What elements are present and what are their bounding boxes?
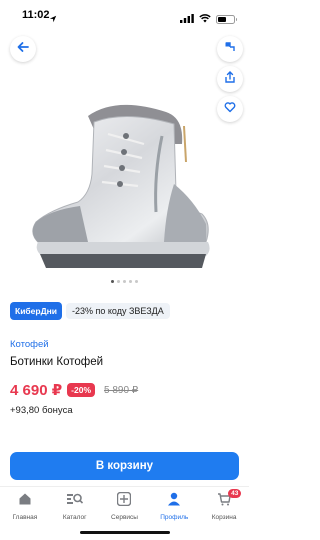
services-icon [117,491,132,511]
old-price: 5 890 ₽ [104,384,139,396]
gallery-dot[interactable] [129,280,132,283]
compare-button[interactable] [217,36,243,62]
price-row: 4 690 ₽ -20% 5 890 ₽ [10,381,138,399]
seller-link[interactable]: Котофей [10,339,49,350]
product-photo-boot [32,104,210,268]
wifi-icon [199,10,211,28]
heart-icon [224,100,236,118]
product-title: Ботинки Котофей [10,356,104,368]
current-price: 4 690 ₽ [10,382,63,399]
promo-badge: КиберДни [10,302,62,320]
bonus-text: +93,80 бонуса [10,405,73,416]
location-arrow-icon [49,10,57,28]
bottom-tab-bar: Главная Каталог Сервисы Профиль 43 Корзи… [0,486,249,526]
gallery-dot[interactable] [117,280,120,283]
back-button[interactable] [10,36,36,62]
promo-code-text: -23% по коду ЗВЕЗДА [66,303,170,319]
gallery-dot[interactable] [123,280,126,283]
home-indicator [80,531,170,534]
share-button[interactable] [217,66,243,92]
catalog-search-icon [66,492,83,511]
tab-label: Профиль [160,514,189,521]
cart-count-badge: 43 [228,489,242,498]
gallery-dot[interactable] [135,280,138,283]
tab-label: Каталог [62,514,87,521]
home-icon [18,492,32,511]
favorite-button[interactable] [217,96,243,122]
status-indicators [180,10,237,28]
product-gallery[interactable] [0,30,249,292]
tab-label: Корзина [211,514,237,521]
battery-icon [216,14,237,24]
signal-icon [180,10,194,28]
share-icon [224,70,236,88]
status-time: 11:02 [22,9,50,21]
add-to-cart-button[interactable]: В корзину [10,452,239,480]
arrow-left-icon [17,40,29,58]
promo-row[interactable]: КиберДни -23% по коду ЗВЕЗДА [10,302,170,320]
gallery-dot[interactable] [111,280,114,283]
tab-cart[interactable]: 43 Корзина [201,487,247,526]
status-bar: 11:02 [0,0,249,30]
tab-label: Главная [12,514,38,521]
profile-icon [167,492,181,511]
tab-profile[interactable]: Профиль [151,487,197,526]
tab-home[interactable]: Главная [2,487,48,526]
tab-catalog[interactable]: Каталог [52,487,98,526]
discount-badge: -20% [67,383,95,397]
tab-label: Сервисы [111,514,138,521]
gallery-pagination [0,280,249,283]
tab-services[interactable]: Сервисы [101,487,147,526]
compare-icon [224,40,236,58]
